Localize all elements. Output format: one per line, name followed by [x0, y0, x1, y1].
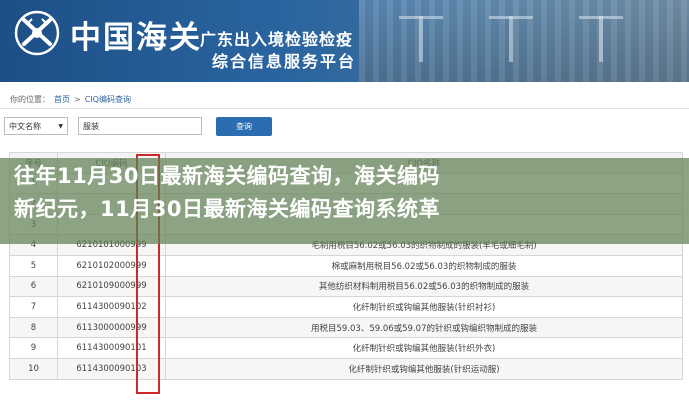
row-index: 7 [9, 296, 58, 318]
crane-decoration [399, 16, 443, 62]
breadcrumb-prefix: 你的位置： [10, 95, 50, 104]
table-row[interactable]: 8 6113000000999 用税目59.03、59.06或59.07的针织或… [9, 316, 683, 339]
row-name: 化纤制针织或钩编其他服装(针织运动服) [165, 357, 683, 380]
customs-emblem-icon [14, 10, 60, 56]
crane-decoration [489, 16, 533, 62]
table-row[interactable]: 9 6114300090101 化纤制针织或钩编其他服装(针织外衣) [9, 337, 683, 359]
article-title-line1: 往年11月30日最新海关编码查询，海关编码 [14, 164, 440, 188]
breadcrumb-home-link[interactable]: 首页 [54, 94, 70, 105]
row-name: 其他纺织材料制用税目56.02或56.03的织物制成的服装 [165, 275, 683, 298]
row-index: 5 [9, 254, 58, 277]
platform-subtitle-line2: 综合信息服务平台 [212, 52, 357, 71]
row-name: 棉或麻制用税目56.02或56.03的织物制成的服装 [165, 254, 683, 277]
breadcrumb: 你的位置： 首页 > CIQ编码查询 [10, 94, 131, 105]
search-field-select-value: 中文名称 [9, 121, 41, 131]
crane-decoration [579, 16, 623, 62]
breadcrumb-separator: > [74, 95, 81, 104]
brand-title: 中国海关 [70, 20, 202, 56]
site-header: 中国海关 广东出入境检验检疫 综合信息服务平台 [0, 0, 689, 82]
table-row[interactable]: 10 6114300090103 化纤制针织或钩编其他服装(针织运动服) [9, 357, 683, 380]
divider [0, 108, 689, 109]
row-index: 6 [9, 275, 58, 298]
platform-subtitle-line1: 广东出入境检验检疫 [200, 30, 354, 49]
search-button[interactable]: 查询 [216, 116, 272, 136]
search-input[interactable]: 服装 [78, 117, 202, 135]
row-index: 9 [9, 337, 58, 359]
search-field-select[interactable]: 中文名称 ▼ [4, 117, 68, 135]
table-row[interactable]: 5 6210102000999 棉或麻制用税目56.02或56.03的织物制成的… [9, 254, 683, 277]
table-row[interactable]: 7 6114300090102 化纤制针织或钩编其他服装(针织衬衫) [9, 296, 683, 318]
row-index: 10 [9, 357, 58, 380]
article-title-line2: 新纪元，11月30日最新海关编码查询系统革 [14, 197, 440, 221]
table-row[interactable]: 6 6210109000999 其他纺织材料制用税目56.02或56.03的织物… [9, 275, 683, 298]
row-name: 化纤制针织或钩编其他服装(针织外衣) [165, 337, 683, 359]
row-index: 8 [9, 316, 58, 339]
row-name: 化纤制针织或钩编其他服装(针织衬衫) [165, 296, 683, 318]
search-bar: 中文名称 ▼ 服装 查询 [4, 116, 272, 136]
search-input-value: 服装 [83, 121, 99, 131]
port-background-image [359, 0, 689, 82]
breadcrumb-current[interactable]: CIQ编码查询 [85, 94, 131, 105]
caret-down-icon: ▼ [58, 122, 63, 130]
row-name: 用税目59.03、59.06或59.07的针织或钩编织物制成的服装 [165, 316, 683, 339]
article-title: 往年11月30日最新海关编码查询，海关编码 新纪元，11月30日最新海关编码查询… [14, 160, 684, 226]
